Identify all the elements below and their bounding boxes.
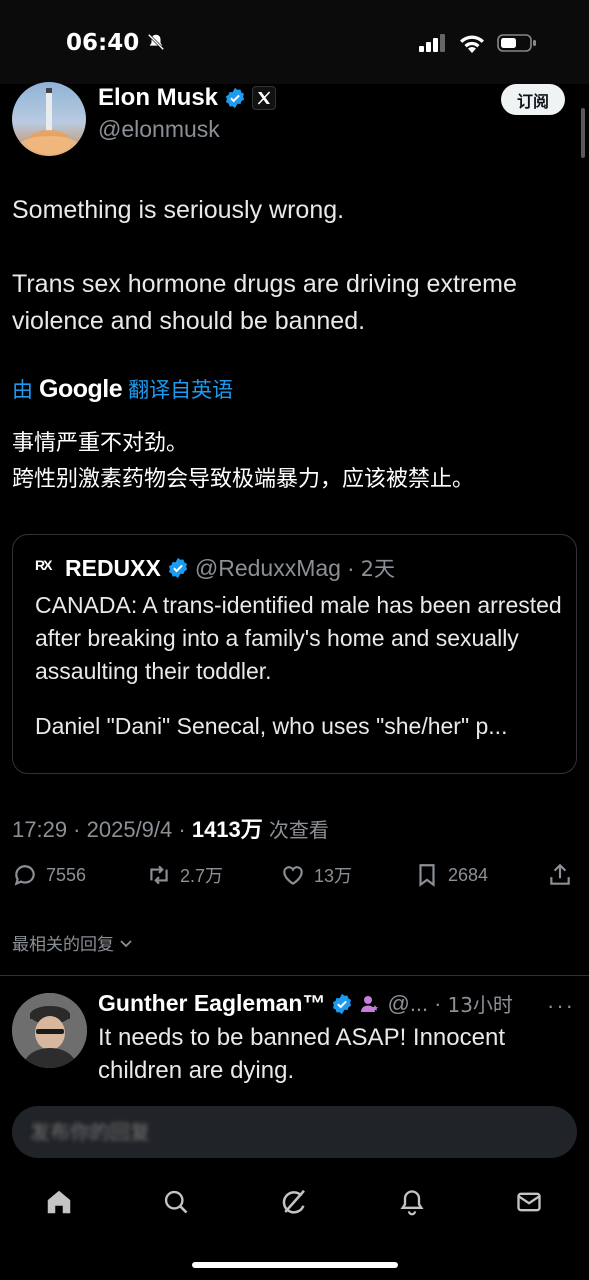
bookmark-count: 2684: [448, 864, 489, 885]
grok-icon: [282, 1189, 305, 1214]
status-time: 06:40: [66, 30, 165, 56]
tweet-time: 17:29: [12, 817, 68, 842]
more-options-icon[interactable]: ···: [547, 993, 575, 1019]
tab-home[interactable]: [39, 1182, 79, 1222]
cellular-signal-icon: [419, 34, 445, 52]
separator-dot: ·: [434, 990, 442, 1016]
translation-attribution[interactable]: 由 Google 翻译自英语: [12, 374, 233, 404]
status-icons: [419, 33, 537, 53]
rocket-launch-image: [19, 88, 79, 156]
battery-icon: [497, 34, 536, 52]
tab-notifications[interactable]: [392, 1182, 432, 1222]
reply-avatar[interactable]: [12, 993, 87, 1068]
tweet-author-row: Elon Musk @elonmusk 订阅: [0, 82, 589, 164]
like-count: 13万: [314, 866, 353, 886]
author-name-row[interactable]: Elon Musk: [98, 84, 277, 112]
reply-time: 13小时: [447, 993, 513, 1017]
wifi-icon: [460, 35, 484, 53]
view-count[interactable]: 1413万: [192, 817, 263, 842]
share-button[interactable]: [547, 862, 573, 888]
affiliate-person-icon: [361, 995, 379, 1012]
quoted-author-handle: @ReduxxMag: [194, 554, 341, 581]
tweet-text: Something is seriously wrong. Trans sex …: [12, 192, 584, 377]
quoted-text-para: CANADA: A trans-identified male has been…: [35, 592, 562, 684]
chevron-down-icon: [120, 939, 132, 947]
translated-line: 事情严重不对劲。: [12, 431, 189, 456]
quoted-tweet-card[interactable]: RX REDUXX @ReduxxMag · 2天 CANADA: A tran…: [12, 534, 577, 774]
tweet-action-bar: 7556 2.7万 13万 2684: [12, 862, 577, 902]
quoted-tweet-header: RX REDUXX @ReduxxMag · 2天: [35, 553, 395, 583]
reply-compose-bar[interactable]: [12, 1106, 577, 1158]
author-avatar[interactable]: [12, 82, 86, 156]
notifications-icon: [400, 1190, 424, 1216]
like-icon: [283, 866, 303, 885]
repost-button[interactable]: 2.7万: [146, 862, 223, 888]
search-icon: [164, 1190, 188, 1214]
views-label: 次查看: [268, 818, 329, 842]
google-logo: Google: [39, 374, 123, 403]
translated-line: 跨性别激素药物会导致极端暴力，应该被禁止。: [12, 467, 475, 492]
tweet-text-line: Trans sex hormone drugs are driving extr…: [12, 270, 517, 335]
scroll-indicator[interactable]: [581, 108, 585, 158]
translated-text: 事情严重不对劲。 跨性别激素药物会导致极端暴力，应该被禁止。: [12, 426, 584, 498]
tab-search[interactable]: [156, 1182, 196, 1222]
bookmark-button[interactable]: 2684: [414, 862, 488, 888]
divider: [0, 975, 589, 976]
tab-messages[interactable]: [509, 1182, 549, 1222]
x-logo-icon: [252, 86, 277, 110]
reply-header: Gunther Eagleman™ @... · 13小时: [98, 989, 513, 1018]
reply-author-name[interactable]: Gunther Eagleman™: [98, 990, 325, 1017]
share-icon: [550, 863, 570, 885]
repost-count: 2.7万: [180, 866, 224, 886]
bookmark-icon: [419, 864, 435, 887]
like-button[interactable]: 13万: [280, 862, 352, 888]
reply-icon: [14, 865, 35, 886]
subscribe-button[interactable]: 订阅: [500, 84, 565, 115]
tweet-date: 2025/9/4: [86, 817, 173, 842]
translate-prefix: 由: [12, 378, 33, 402]
reply-author-handle: @...: [387, 990, 429, 1016]
messages-icon: [517, 1192, 541, 1212]
repost-icon: [150, 865, 168, 885]
home-indicator[interactable]: [192, 1262, 398, 1268]
tab-grok[interactable]: [274, 1182, 314, 1222]
quoted-tweet-text: CANADA: A trans-identified male has been…: [35, 589, 565, 743]
reply-item[interactable]: Gunther Eagleman™ @... · 13小时 ··· It nee…: [0, 985, 589, 1095]
status-bar: 06:40: [0, 0, 589, 84]
replies-sort-label: 最相关的回复: [12, 935, 114, 955]
verified-badge-icon: [168, 557, 187, 579]
author-name[interactable]: Elon Musk: [98, 84, 218, 112]
quoted-author-name: REDUXX: [65, 554, 161, 581]
author-handle[interactable]: @elonmusk: [98, 116, 220, 143]
quoted-tweet-time: 2天: [360, 557, 395, 581]
verified-badge-icon: [333, 993, 352, 1014]
tweet-text-line: Something is seriously wrong.: [12, 196, 345, 224]
home-icon: [47, 1190, 71, 1214]
tweet-meta: 17:29 · 2025/9/4 · 1413万 次查看: [12, 817, 329, 842]
reply-count: 7556: [46, 864, 87, 885]
replies-sort-dropdown[interactable]: 最相关的回复: [12, 930, 134, 955]
reply-input[interactable]: [30, 1118, 190, 1146]
reply-button[interactable]: 7556: [12, 862, 86, 888]
separator-dot: ·: [346, 554, 355, 581]
translate-suffix: 翻译自英语: [128, 378, 234, 402]
quoted-text-para: Daniel "Dani" Senecal, who uses "she/her…: [35, 713, 508, 739]
mute-bell-icon: [148, 33, 165, 51]
man-with-cap-image: [12, 993, 87, 1068]
reduxx-logo-icon: RX: [35, 557, 52, 573]
reply-text: It needs to be banned ASAP! Innocent chi…: [98, 1024, 505, 1084]
verified-badge-icon: [225, 87, 245, 109]
